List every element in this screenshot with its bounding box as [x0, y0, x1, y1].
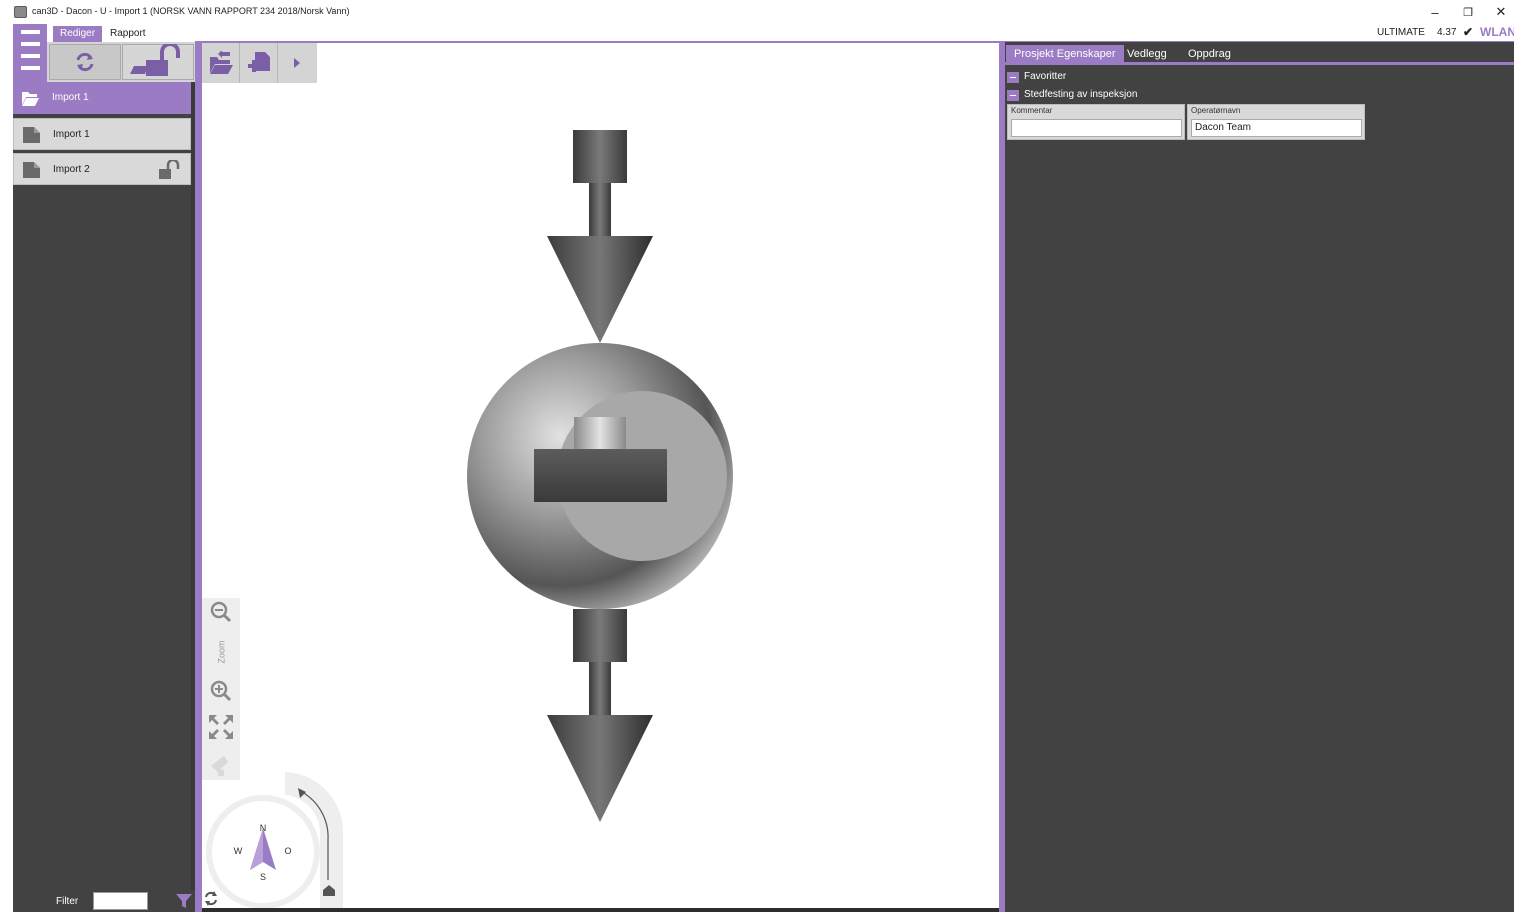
refresh-icon [76, 52, 94, 72]
outflow-arrow[interactable] [547, 609, 653, 822]
new-file-icon [247, 52, 270, 72]
tab-oppdrag[interactable]: Oppdrag [1180, 45, 1239, 63]
field-label: Kommentar [1011, 106, 1053, 115]
tree-item-label: Import 1 [53, 129, 90, 140]
filter-input[interactable] [93, 892, 148, 910]
tab-vedlegg[interactable]: Vedlegg [1119, 45, 1175, 63]
zoom-label-wrap: Zoom [213, 636, 229, 668]
close-button[interactable]: ✕ [1488, 2, 1514, 22]
section-favoritter[interactable]: Favoritter [1007, 69, 1307, 85]
zoom-label: Zoom [216, 640, 227, 664]
menu-tab-rapport[interactable]: Rapport [103, 26, 153, 42]
viewport-toolbar [202, 43, 317, 83]
tree-item-import-1[interactable]: Import 1 [13, 118, 191, 150]
restore-button[interactable]: ❐ [1453, 2, 1483, 22]
tree-item-label: Import 1 [52, 92, 89, 103]
refresh-button[interactable] [49, 44, 121, 80]
tree-item-label: Import 2 [53, 164, 90, 175]
title-bar: can3D - Dacon - U - Import 1 (NORSK VANN… [0, 0, 1514, 24]
tab-underline [1005, 62, 1514, 65]
reset-view-icon[interactable] [203, 889, 219, 907]
tab-prosjekt-egenskaper[interactable]: Prosjekt Egenskaper [1006, 45, 1124, 63]
folder-open-icon [22, 92, 39, 106]
fit-to-view-icon[interactable] [207, 713, 235, 741]
kommentar-input[interactable] [1011, 119, 1182, 137]
tree-item-import-2[interactable]: Import 2 [13, 153, 191, 185]
viewport-border-left [195, 42, 202, 912]
filter-label: Filter [56, 896, 79, 907]
compass-west: W [234, 846, 243, 856]
minimize-button[interactable]: – [1420, 2, 1450, 22]
section-label: Favoritter [1024, 71, 1067, 82]
viewport-bottom-bar [202, 908, 999, 912]
section-stedfesting[interactable]: Stedfesting av inspeksjon [1007, 87, 1307, 103]
hamburger-menu-button[interactable] [13, 24, 47, 82]
file-icon [23, 162, 40, 178]
unlock-icon[interactable] [158, 160, 180, 180]
operatornavn-input[interactable]: Dacon Team [1191, 119, 1362, 137]
collapse-icon[interactable] [1007, 72, 1019, 83]
edition-label: ULTIMATE [1377, 27, 1425, 38]
file-icon [23, 127, 40, 143]
version-label: 4.37 [1437, 27, 1457, 38]
inflow-arrow[interactable] [547, 130, 653, 343]
expand-toolbar-button[interactable] [278, 43, 316, 83]
manhole-node[interactable] [467, 343, 733, 609]
zoom-in-icon[interactable] [210, 680, 232, 702]
compass-north: N [260, 823, 267, 833]
menu-tab-rediger[interactable]: Rediger [53, 26, 103, 42]
app-icon [14, 6, 27, 18]
unlock-folder-button[interactable] [122, 44, 194, 80]
filter-bar: Filter [13, 890, 195, 912]
compass-south: S [260, 872, 266, 882]
window-title: can3D - Dacon - U - Import 1 (NORSK VANN… [32, 6, 350, 16]
field-operatornavn: Operatørnavn Dacon Team [1187, 104, 1365, 140]
zoom-out-icon[interactable] [210, 601, 232, 623]
chevron-right-icon [294, 58, 300, 68]
folder-arrow-icon [209, 51, 233, 74]
menu-icon [21, 30, 40, 34]
left-toolbar [47, 42, 195, 82]
section-label: Stedfesting av inspeksjon [1024, 89, 1138, 100]
compass-east: O [284, 846, 291, 856]
project-tree-panel [13, 82, 195, 912]
filter-icon[interactable] [175, 892, 193, 910]
properties-panel [1005, 42, 1514, 912]
left-margin [0, 24, 13, 912]
collapse-icon[interactable] [1007, 90, 1019, 101]
folder-unlock-icon [130, 44, 180, 76]
check-icon: ✔ [1463, 25, 1474, 39]
field-label: Operatørnavn [1191, 106, 1241, 115]
compass-widget[interactable]: N S W O [202, 770, 347, 908]
new-document-button[interactable] [240, 43, 278, 83]
open-project-button[interactable] [202, 43, 240, 83]
connection-label: WLAN [1480, 25, 1514, 39]
tree-item-import-1-root[interactable]: Import 1 [13, 82, 191, 114]
field-kommentar: Kommentar [1007, 104, 1185, 140]
